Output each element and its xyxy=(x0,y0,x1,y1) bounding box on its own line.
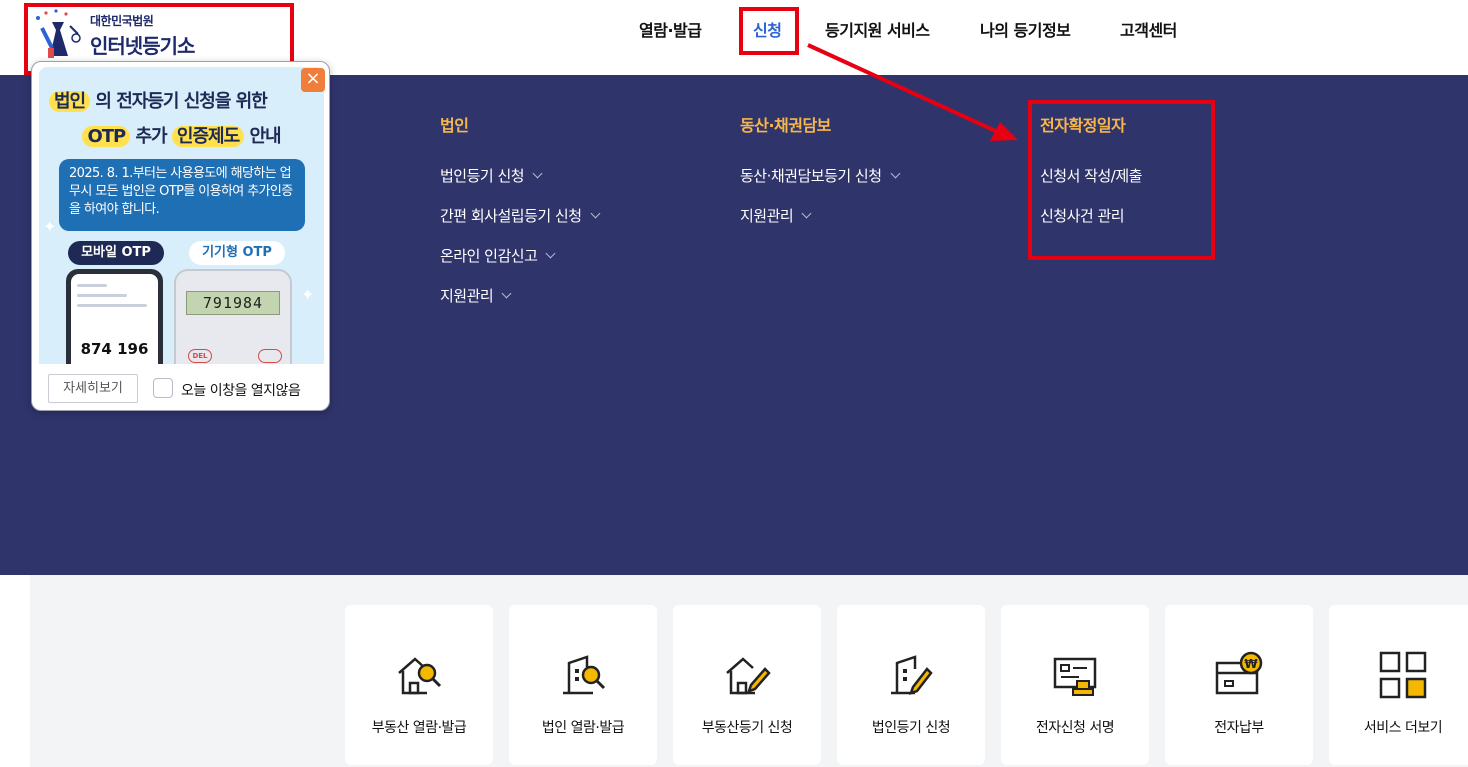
menu-link-corp-registration[interactable]: 법인등기 신청 xyxy=(440,165,543,186)
mobile-otp-phone: 874 196 xyxy=(66,269,163,364)
chevron-down-icon xyxy=(545,248,556,259)
quick-service-area: 부동산 열람·발급 법인 열람·발급 부동산등기 신청 법인등기 신청 전자신청 xyxy=(0,575,1468,767)
phone-text-line xyxy=(77,294,127,297)
popup-close-button[interactable]: × xyxy=(301,68,325,92)
device-otp-token: 791984 DEL xyxy=(174,269,292,364)
device-otp-tag: 기기형 OTP xyxy=(189,241,285,265)
device-del-key: DEL xyxy=(188,349,212,363)
popup-detail-button[interactable]: 자세히보기 xyxy=(48,374,138,403)
building-search-icon xyxy=(557,649,609,701)
nav-item-support-service[interactable]: 등기지원 서비스 xyxy=(825,17,930,41)
menu-link-simple-incorporation[interactable]: 간편 회사설립등기 신청 xyxy=(440,205,600,226)
sparkle-icon: ✦ xyxy=(301,285,315,304)
service-card-corp-apply[interactable]: 법인등기 신청 xyxy=(837,605,985,765)
service-card-realestate-view[interactable]: 부동산 열람·발급 xyxy=(345,605,493,765)
nav-item-my-registry[interactable]: 나의 등기정보 xyxy=(980,17,1071,41)
mobile-otp-number: 874 196 xyxy=(80,340,149,358)
menu-link-label: 지원관리 xyxy=(440,287,494,305)
service-card-e-payment[interactable]: ₩ 전자납부 xyxy=(1165,605,1313,765)
chevron-down-icon xyxy=(801,208,812,219)
menu-link-label: 온라인 인감신고 xyxy=(440,247,538,265)
popup-headline-2-end: 안내 xyxy=(249,126,281,147)
popup-headline-1-rest: 의 전자등기 신청을 위한 xyxy=(95,91,267,112)
device-otp-display: 791984 xyxy=(186,291,280,315)
highlight-auth-system: 인증제도 xyxy=(171,126,245,147)
house-search-icon xyxy=(393,649,445,701)
menu-link-online-seal[interactable]: 온라인 인감신고 xyxy=(440,245,556,266)
service-card-realestate-apply[interactable]: 부동산등기 신청 xyxy=(673,605,821,765)
menu-link-collateral-registration[interactable]: 동산·채권담보등기 신청 xyxy=(740,165,900,186)
won-payment-icon: ₩ xyxy=(1213,649,1265,701)
otp-notice-popup: 법인 의 전자등기 신청을 위한 OTP 추가 인증제도 안내 2025. 8.… xyxy=(31,61,330,411)
service-label: 법인 열람·발급 xyxy=(541,720,625,736)
popup-notice-text: 2025. 8. 1.부터는 사용용도에 해당하는 업무시 모든 법인은 OTP… xyxy=(59,159,305,231)
menu-link-collateral-support[interactable]: 지원관리 xyxy=(740,205,812,226)
service-card-corp-view[interactable]: 법인 열람·발급 xyxy=(509,605,657,765)
menu-link-corp-support[interactable]: 지원관리 xyxy=(440,285,512,306)
highlight-corporation: 법인 xyxy=(49,91,91,112)
mobile-otp-tag: 모바일 OTP xyxy=(68,241,164,265)
chevron-down-icon xyxy=(532,168,543,179)
chevron-down-icon xyxy=(890,168,900,179)
menu-link-label: 동산·채권담보등기 신청 xyxy=(740,167,882,185)
main-nav: 열람·발급 신청 등기지원 서비스 나의 등기정보 고객센터 xyxy=(0,17,1468,43)
menu-link-label: 간편 회사설립등기 신청 xyxy=(440,207,582,225)
dont-show-today-checkbox[interactable] xyxy=(153,378,173,398)
building-pen-icon xyxy=(885,649,937,701)
service-label: 전자납부 xyxy=(1214,720,1264,736)
menu-heading-corporation: 법인 xyxy=(440,116,469,135)
menu-heading-movable-collateral: 동산·채권담보 xyxy=(740,116,831,135)
service-label: 전자신청 서명 xyxy=(1035,720,1115,736)
nav-item-customer-center[interactable]: 고객센터 xyxy=(1120,17,1177,41)
highlight-otp: OTP xyxy=(82,126,131,147)
chevron-down-icon xyxy=(590,208,600,219)
power-icon xyxy=(258,349,282,363)
service-card-more[interactable]: 서비스 더보기 xyxy=(1329,605,1468,765)
svg-text:₩: ₩ xyxy=(1244,657,1258,671)
nav-item-view-issue[interactable]: 열람·발급 xyxy=(639,17,702,41)
grid-more-icon xyxy=(1377,649,1429,701)
nav-apply-highlight-box xyxy=(739,7,799,55)
service-label: 법인등기 신청 xyxy=(871,720,951,736)
popup-headline-2: OTP 추가 인증제도 안내 xyxy=(49,122,314,148)
menu-link-label: 지원관리 xyxy=(740,207,794,225)
page-root: 대한민국법원 인터넷등기소 열람·발급 신청 등기지원 서비스 나의 등기정보 … xyxy=(0,0,1468,767)
chevron-down-icon xyxy=(501,288,512,299)
phone-screen: 874 196 xyxy=(71,274,158,364)
menu-link-label: 법인등기 신청 xyxy=(440,167,525,185)
house-pen-icon xyxy=(721,649,773,701)
service-label: 부동산 열람·발급 xyxy=(371,720,467,736)
popup-headline-2-mid: 추가 xyxy=(135,126,168,147)
phone-text-line xyxy=(77,304,147,307)
service-label: 부동산등기 신청 xyxy=(701,720,793,736)
phone-text-line xyxy=(77,284,107,287)
sparkle-icon: ✦ xyxy=(43,217,57,236)
signature-icon xyxy=(1049,649,1101,701)
e-fixed-date-highlight-box xyxy=(1028,100,1215,260)
popup-headline-1: 법인 의 전자등기 신청을 위한 xyxy=(49,87,268,113)
service-card-e-signature[interactable]: 전자신청 서명 xyxy=(1001,605,1149,765)
otp-notice-banner[interactable]: 법인 의 전자등기 신청을 위한 OTP 추가 인증제도 안내 2025. 8.… xyxy=(39,67,324,364)
dont-show-today-label[interactable]: 오늘 이창을 열지않음 xyxy=(181,380,301,400)
service-label: 서비스 더보기 xyxy=(1363,720,1443,736)
